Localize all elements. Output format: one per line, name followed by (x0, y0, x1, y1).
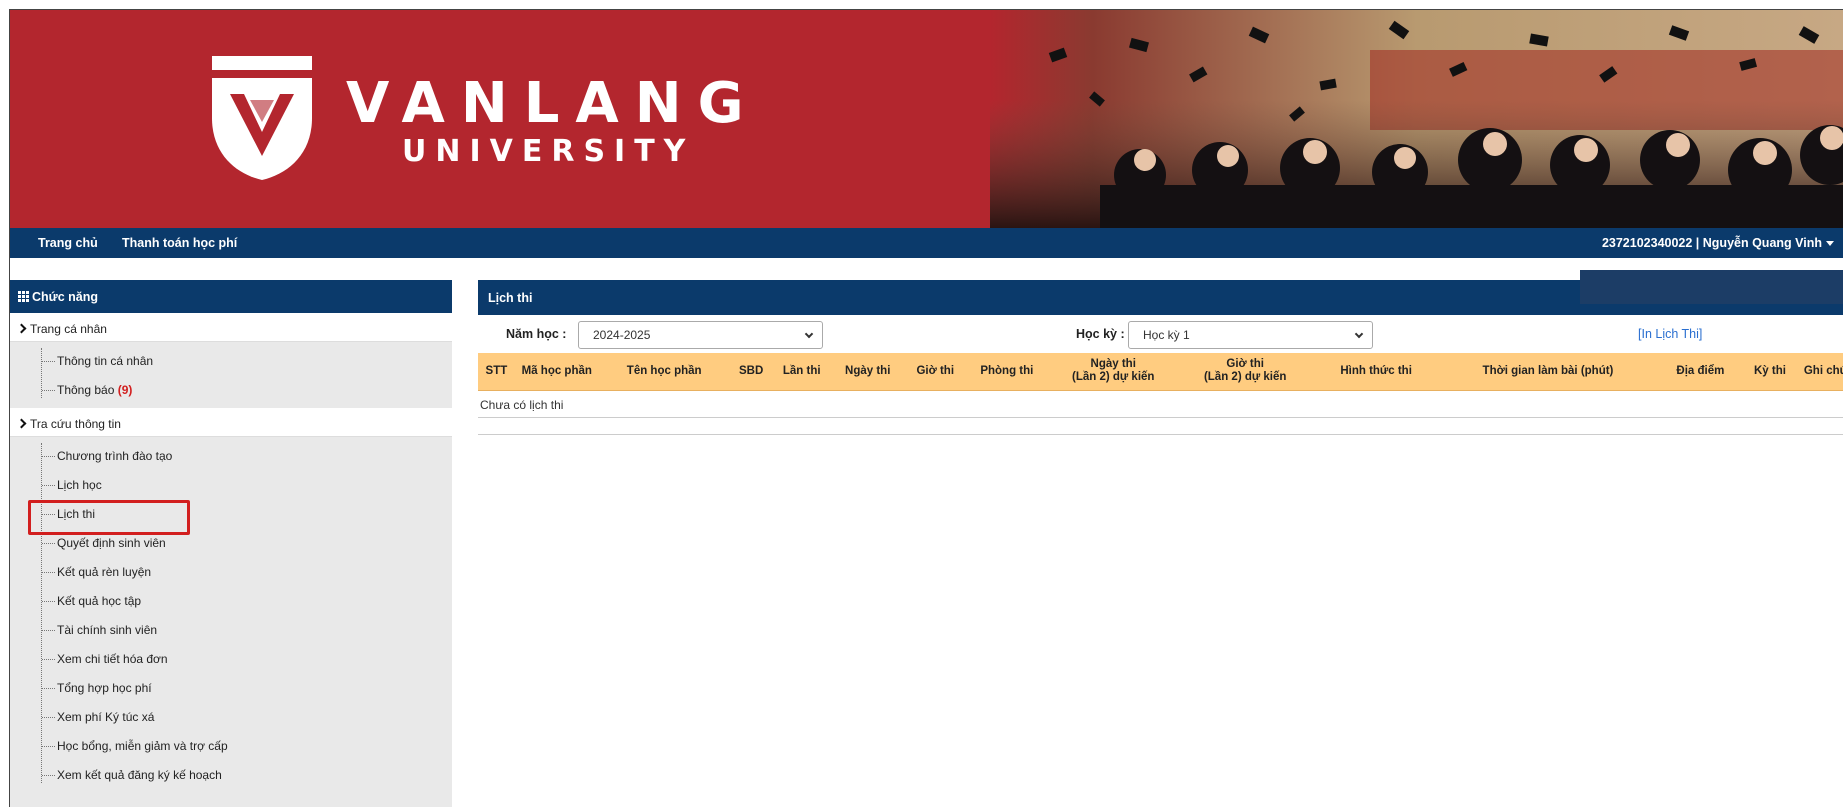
sidebar-item-label: Xem kết quả đăng ký kế hoạch (57, 768, 222, 782)
sidebar-item-plan-registration[interactable]: Xem kết quả đăng ký kế hoạch (10, 760, 452, 789)
sidebar: Chức năng Trang cá nhân Thông tin cá nhâ… (10, 280, 452, 807)
col-course-name: Tên học phần (598, 353, 730, 391)
sidebar-item-label: Quyết định sinh viên (57, 536, 166, 550)
vanlang-shield-logo (212, 56, 312, 180)
sidebar-item-tuition-summary[interactable]: Tổng hợp học phí (10, 673, 452, 702)
year-label: Năm học : (506, 327, 567, 341)
sidebar-item-label: Xem chi tiết hóa đơn (57, 652, 168, 666)
sidebar-item-label: Tài chính sinh viên (57, 623, 158, 637)
sidebar-item-invoice-details[interactable]: Xem chi tiết hóa đơn (10, 644, 452, 673)
col-stt: STT (478, 353, 515, 391)
chevron-down-icon (804, 329, 814, 339)
col-exam-format: Hình thức thi (1311, 353, 1441, 391)
col-exam-room: Phòng thi (965, 353, 1048, 391)
empty-message: Chưa có lịch thi (478, 390, 1843, 418)
sidebar-item-student-decisions[interactable]: Quyết định sinh viên (10, 528, 452, 557)
print-exam-schedule-link[interactable]: [In Lịch Thi] (1638, 327, 1702, 341)
table-header-row: STT Mã học phần Tên học phần SBD Lần thi… (478, 353, 1843, 391)
sidebar-item-training-program[interactable]: Chương trình đào tạo (10, 441, 452, 470)
sidebar-group-personal[interactable]: Trang cá nhân (10, 313, 452, 342)
exam-schedule-table: STT Mã học phần Tên học phần SBD Lần thi… (478, 353, 1843, 435)
year-select-value: 2024-2025 (593, 328, 651, 342)
sidebar-subitems-personal: Thông tin cá nhân Thông báo (9) (10, 342, 452, 408)
sidebar-item-student-finance[interactable]: Tài chính sinh viên (10, 615, 452, 644)
semester-select[interactable]: Học kỳ 1 (1128, 321, 1373, 349)
col-course-code: Mã học phần (514, 353, 599, 391)
col-exam-term: Kỳ thi (1745, 353, 1795, 391)
sidebar-item-academic-results[interactable]: Kết quả học tập (10, 586, 452, 615)
header-banner: VANLANG UNIVERSITY (10, 10, 1843, 228)
sidebar-header: Chức năng (10, 280, 452, 313)
sidebar-item-label: Kết quả rèn luyện (57, 565, 152, 579)
sidebar-item-label: Chương trình đào tạo (57, 449, 173, 463)
col-exam-time-2: Giờ thi (Lần 2) dự kiến (1178, 353, 1312, 391)
sidebar-item-label: Học bổng, miễn giảm và trợ cấp (57, 739, 228, 753)
col-exam-time: Giờ thi (904, 353, 966, 391)
sidebar-item-exam-schedule[interactable]: Lịch thi (10, 499, 452, 535)
page-frame: VANLANG UNIVERSITY Trang chủ Thanh toán … (9, 9, 1843, 807)
sidebar-group-label: Tra cứu thông tin (30, 417, 121, 431)
sidebar-item-label: Thông báo (57, 383, 118, 397)
nav-tuition-payment-link[interactable]: Thanh toán học phí (122, 236, 237, 250)
sidebar-item-dormitory-fees[interactable]: Xem phí Ký túc xá (10, 702, 452, 731)
chevron-down-icon (1826, 241, 1834, 247)
user-info: 2372102340022 | Nguyễn Quang Vinh (1601, 236, 1822, 250)
col-notes: Ghi chú (1794, 353, 1843, 391)
user-menu[interactable]: 2372102340022 | Nguyễn Quang Vinh (1602, 236, 1834, 250)
exam-schedule-panel: Lịch thi Năm học : 2024-2025 Học kỳ : Họ… (478, 270, 1843, 435)
panel-title: Lịch thi (488, 291, 533, 305)
sidebar-item-scholarships[interactable]: Học bổng, miễn giảm và trợ cấp (10, 731, 452, 760)
brand-name: VANLANG (346, 71, 760, 136)
col-sbd: SBD (729, 353, 773, 391)
table-row: Chưa có lịch thi (478, 390, 1843, 418)
col-exam-date-2: Ngày thi (Lần 2) dự kiến (1047, 353, 1179, 391)
semester-label: Học kỳ : (1076, 327, 1125, 341)
sidebar-group-label: Trang cá nhân (30, 322, 107, 336)
sidebar-subitems-lookup: Chương trình đào tạo Lịch học Lịch thi Q… (10, 437, 452, 793)
chevron-right-icon (16, 323, 27, 334)
sidebar-item-label: Kết quả học tập (57, 594, 142, 608)
year-select[interactable]: 2024-2025 (578, 321, 823, 349)
chevron-down-icon (1354, 329, 1364, 339)
col-attempt: Lần thi (772, 353, 831, 391)
col-exam-date: Ngày thi (830, 353, 905, 391)
sidebar-item-personal-info[interactable]: Thông tin cá nhân (10, 346, 452, 375)
graduation-photo (990, 10, 1843, 228)
nav-home-link[interactable]: Trang chủ (38, 236, 98, 250)
sidebar-title: Chức năng (32, 290, 98, 304)
sidebar-item-label: Lịch học (57, 478, 102, 492)
header-dark-block (1580, 270, 1843, 304)
top-nav-bar: Trang chủ Thanh toán học phí 23721023400… (10, 228, 1843, 258)
col-duration: Thời gian làm bài (phút) (1440, 353, 1656, 391)
table-row (478, 417, 1843, 435)
sidebar-item-label: Thông tin cá nhân (57, 354, 154, 368)
sidebar-item-label: Xem phí Ký túc xá (57, 710, 155, 724)
sidebar-item-class-schedule[interactable]: Lịch học (10, 470, 452, 499)
sidebar-item-label: Tổng hợp học phí (57, 681, 152, 695)
filter-bar: Năm học : 2024-2025 Học kỳ : Học kỳ 1 [I… (478, 315, 1843, 353)
chevron-right-icon (16, 418, 27, 429)
sidebar-group-lookup[interactable]: Tra cứu thông tin (10, 408, 452, 437)
panel-header: Lịch thi (478, 270, 1843, 315)
notification-count-badge: (9) (117, 383, 133, 397)
semester-select-value: Học kỳ 1 (1143, 328, 1190, 342)
brand-subtitle: UNIVERSITY (402, 134, 695, 169)
sidebar-item-conduct-results[interactable]: Kết quả rèn luyện (10, 557, 452, 586)
grid-icon (18, 291, 29, 302)
col-location: Địa điểm (1655, 353, 1746, 391)
sidebar-item-notifications[interactable]: Thông báo (9) (10, 375, 452, 404)
